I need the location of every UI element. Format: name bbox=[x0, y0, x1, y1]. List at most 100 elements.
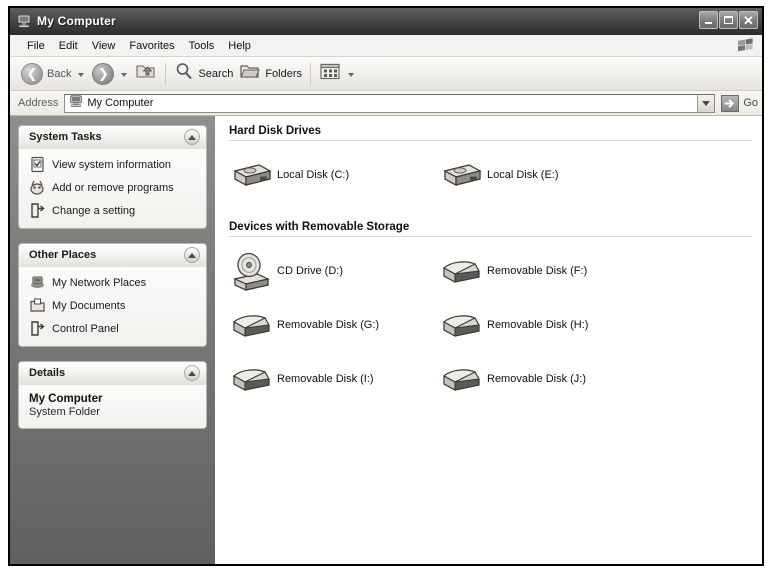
cd-drive-icon bbox=[229, 251, 273, 291]
back-arrow-icon: ❮ bbox=[21, 62, 43, 85]
sidebar-item-label: View system information bbox=[52, 158, 172, 171]
removable-disk-icon bbox=[229, 359, 273, 399]
window-controls: ✕ bbox=[699, 11, 758, 29]
panel-header-other-places[interactable]: Other Places bbox=[19, 244, 206, 267]
my-computer-icon bbox=[16, 13, 32, 29]
forward-dropdown-icon[interactable] bbox=[121, 72, 128, 77]
removable-disk-icon bbox=[439, 305, 483, 345]
drive-item[interactable]: Local Disk (E:) bbox=[439, 151, 649, 199]
removable-disk-icon bbox=[229, 305, 273, 345]
sidebar-item-control-panel[interactable]: Control Panel bbox=[29, 320, 198, 337]
menu-view[interactable]: View bbox=[85, 38, 123, 54]
menu-tools[interactable]: Tools bbox=[182, 38, 222, 54]
system-info-icon bbox=[29, 156, 46, 173]
section-rule bbox=[229, 236, 752, 237]
back-button[interactable]: ❮ Back bbox=[18, 61, 74, 87]
forward-button[interactable]: ❯ bbox=[89, 61, 117, 87]
window-title: My Computer bbox=[37, 14, 116, 28]
drive-label: Removable Disk (H:) bbox=[487, 319, 589, 331]
section-title: Hard Disk Drives bbox=[229, 125, 322, 137]
drive-item[interactable]: Local Disk (C:) bbox=[229, 151, 439, 199]
address-value: My Computer bbox=[87, 97, 154, 109]
removable-storage-grid: CD Drive (D:) Removable Disk (F:) Remova… bbox=[229, 247, 752, 409]
details-type: System Folder bbox=[29, 406, 100, 418]
panel-title: System Tasks bbox=[29, 131, 102, 143]
up-folder-icon bbox=[135, 61, 157, 86]
toolbar-separator-2 bbox=[310, 62, 312, 85]
minimize-button[interactable] bbox=[699, 11, 718, 29]
section-title: Devices with Removable Storage bbox=[229, 221, 410, 233]
hard-disk-icon bbox=[229, 155, 273, 195]
go-arrow-icon bbox=[721, 94, 740, 112]
drive-item[interactable]: CD Drive (D:) bbox=[229, 247, 439, 295]
up-button[interactable] bbox=[132, 61, 160, 87]
address-label: Address bbox=[18, 97, 59, 109]
back-dropdown-icon[interactable] bbox=[78, 72, 85, 77]
drive-item[interactable]: Removable Disk (G:) bbox=[229, 301, 439, 349]
drive-item[interactable]: Removable Disk (J:) bbox=[439, 355, 649, 403]
menu-help[interactable]: Help bbox=[221, 38, 258, 54]
folders-button[interactable]: Folders bbox=[236, 61, 305, 87]
drive-item[interactable]: Removable Disk (H:) bbox=[439, 301, 649, 349]
panel-other-places: Other Places My Network Places My Docume… bbox=[18, 243, 207, 347]
add-remove-programs-icon bbox=[29, 179, 46, 196]
search-button[interactable]: Search bbox=[171, 61, 236, 87]
menu-favorites[interactable]: Favorites bbox=[122, 38, 181, 54]
sidebar-item-add-or-remove-programs[interactable]: Add or remove programs bbox=[29, 179, 198, 196]
menu-file[interactable]: File bbox=[20, 38, 52, 54]
panel-details: Details My Computer System Folder bbox=[18, 361, 207, 429]
maximize-button[interactable] bbox=[719, 11, 738, 29]
section-header-removable-storage: Devices with Removable Storage bbox=[229, 221, 752, 237]
address-input[interactable]: My Computer bbox=[64, 93, 716, 113]
drive-item[interactable]: Removable Disk (I:) bbox=[229, 355, 439, 403]
drive-label: Local Disk (C:) bbox=[277, 169, 350, 181]
panel-header-details[interactable]: Details bbox=[19, 362, 206, 385]
panel-title: Other Places bbox=[29, 249, 97, 261]
go-label: Go bbox=[743, 97, 758, 109]
hard-disk-icon bbox=[439, 155, 483, 195]
task-pane-sidebar: System Tasks View system information Add… bbox=[10, 116, 215, 564]
drive-label: Local Disk (E:) bbox=[487, 169, 559, 181]
views-button[interactable] bbox=[316, 61, 344, 87]
hard-disk-drives-grid: Local Disk (C:) Local Disk (E:) bbox=[229, 151, 752, 205]
section-header-hard-disk-drives: Hard Disk Drives bbox=[229, 125, 752, 141]
sidebar-item-change-a-setting[interactable]: Change a setting bbox=[29, 202, 198, 219]
menu-edit[interactable]: Edit bbox=[52, 38, 85, 54]
collapse-chevron-icon[interactable] bbox=[184, 247, 200, 263]
search-label: Search bbox=[198, 67, 234, 80]
menu-bar: File Edit View Favorites Tools Help bbox=[10, 35, 762, 57]
drive-item[interactable]: Removable Disk (F:) bbox=[439, 247, 649, 295]
forward-arrow-icon: ❯ bbox=[92, 62, 115, 85]
sidebar-item-view-system-information[interactable]: View system information bbox=[29, 156, 198, 173]
panel-body-other-places: My Network Places My Documents Control P… bbox=[19, 267, 206, 346]
removable-disk-icon bbox=[439, 251, 483, 291]
address-dropdown-icon[interactable] bbox=[697, 94, 715, 112]
title-bar: My Computer ✕ bbox=[10, 8, 762, 35]
panel-system-tasks: System Tasks View system information Add… bbox=[18, 125, 207, 229]
collapse-chevron-icon[interactable] bbox=[184, 129, 200, 145]
sidebar-item-label: My Network Places bbox=[52, 276, 147, 289]
panel-body-details: My Computer System Folder bbox=[19, 385, 206, 428]
back-label: Back bbox=[47, 67, 72, 80]
sidebar-item-label: Add or remove programs bbox=[52, 181, 174, 194]
folders-label: Folders bbox=[265, 67, 303, 80]
views-dropdown-icon[interactable] bbox=[348, 72, 355, 77]
network-places-icon bbox=[29, 274, 46, 291]
close-button[interactable]: ✕ bbox=[739, 11, 758, 29]
address-bar: Address My Computer Go bbox=[10, 91, 762, 116]
drives-pane: Hard Disk Drives Local Disk (C:) Local D… bbox=[215, 116, 762, 564]
go-button[interactable]: Go bbox=[721, 94, 758, 112]
sidebar-item-my-documents[interactable]: My Documents bbox=[29, 297, 198, 314]
section-rule bbox=[229, 140, 752, 141]
panel-body-system-tasks: View system information Add or remove pr… bbox=[19, 149, 206, 228]
sidebar-item-my-network-places[interactable]: My Network Places bbox=[29, 274, 198, 291]
content-area: System Tasks View system information Add… bbox=[10, 116, 762, 564]
toolbar: ❮ Back ❯ Search Folders bbox=[10, 57, 762, 91]
panel-header-system-tasks[interactable]: System Tasks bbox=[19, 126, 206, 149]
my-computer-window: My Computer ✕ File Edit View Favorites T… bbox=[8, 6, 764, 566]
change-setting-icon bbox=[29, 202, 46, 219]
collapse-chevron-icon[interactable] bbox=[184, 365, 200, 381]
drive-label: Removable Disk (I:) bbox=[277, 373, 374, 385]
windows-flag-icon bbox=[736, 37, 756, 53]
